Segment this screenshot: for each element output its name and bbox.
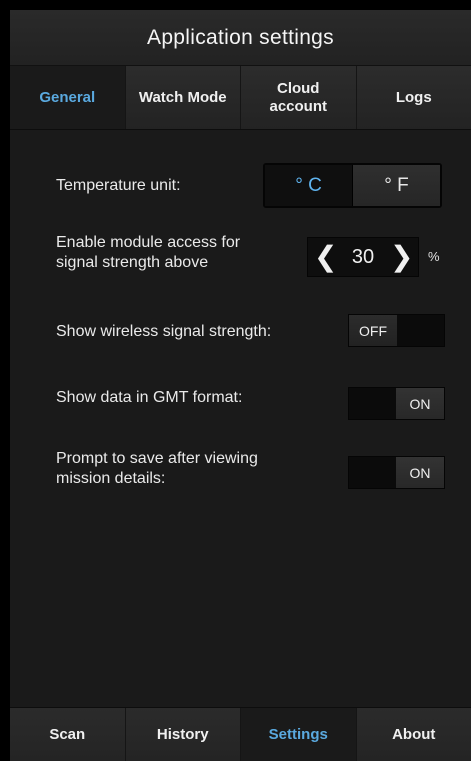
- page-title: Application settings: [10, 10, 471, 66]
- toggle-state-label: OFF: [349, 315, 397, 346]
- signal-strength-stepper: ❮ 30 ❯: [307, 237, 419, 277]
- nav-history[interactable]: History: [125, 708, 241, 761]
- wireless-signal-toggle[interactable]: OFF: [348, 314, 445, 347]
- prompt-save-label-line1: Prompt to save after viewing: [56, 450, 258, 467]
- general-settings-panel: Temperature unit: ° C ° F Enable module …: [10, 130, 471, 707]
- fahrenheit-option[interactable]: ° F: [352, 165, 440, 206]
- percent-unit-label: %: [428, 249, 440, 264]
- tab-watch-mode[interactable]: Watch Mode: [125, 66, 241, 129]
- top-tab-bar: General Watch Mode Cloud account Logs: [10, 66, 471, 130]
- wireless-signal-label: Show wireless signal strength:: [56, 323, 272, 340]
- signal-strength-label-line1: Enable module access for: [56, 234, 241, 251]
- celsius-option[interactable]: ° C: [265, 165, 352, 206]
- settings-screen: Application settings General Watch Mode …: [10, 10, 471, 761]
- prompt-save-label-line2: mission details:: [56, 470, 166, 487]
- prompt-save-label: Prompt to save after viewing mission det…: [56, 449, 258, 489]
- chevron-right-icon[interactable]: ❯: [390, 243, 413, 271]
- chevron-left-icon[interactable]: ❮: [314, 243, 337, 271]
- nav-scan[interactable]: Scan: [10, 708, 126, 761]
- temperature-unit-selector: ° C ° F: [263, 163, 442, 208]
- tab-logs[interactable]: Logs: [356, 66, 471, 129]
- tab-cloud-account[interactable]: Cloud account: [241, 66, 357, 129]
- toggle-state-label: ON: [396, 388, 444, 419]
- gmt-format-toggle[interactable]: ON: [348, 387, 445, 420]
- nav-settings[interactable]: Settings: [241, 708, 357, 761]
- prompt-save-toggle[interactable]: ON: [348, 456, 445, 489]
- gmt-format-label: Show data in GMT format:: [56, 389, 243, 406]
- signal-strength-label-line2: signal strength above: [56, 254, 209, 271]
- signal-strength-value: 30: [351, 245, 375, 268]
- toggle-state-label: ON: [396, 457, 444, 488]
- nav-about[interactable]: About: [356, 708, 471, 761]
- temperature-unit-label: Temperature unit:: [56, 177, 181, 194]
- tab-general[interactable]: General: [10, 66, 126, 129]
- bottom-nav-bar: Scan History Settings About: [10, 707, 471, 761]
- signal-strength-label: Enable module access for signal strength…: [56, 233, 240, 273]
